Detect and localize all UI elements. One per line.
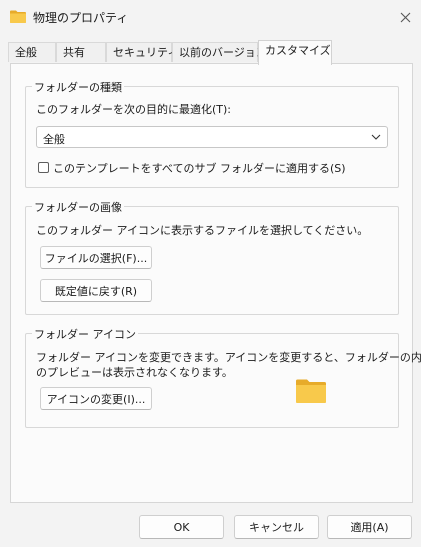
optimize-select-value: 全般	[43, 133, 65, 146]
restore-default-button[interactable]: 既定値に戻す(R)	[40, 279, 152, 302]
tab-sharing[interactable]: 共有	[56, 42, 106, 62]
apply-button[interactable]: 適用(A)	[327, 515, 412, 539]
apply-subfolders-checkbox[interactable]	[38, 162, 49, 173]
tab-customize[interactable]: カスタマイズ	[258, 40, 332, 65]
customize-panel: フォルダーの種類 このフォルダーを次の目的に最適化(T): 全般 このテンプレー…	[10, 63, 421, 503]
optimize-select[interactable]: 全般	[36, 126, 388, 148]
properties-dialog: 物理のプロパティ 全般 共有 セキュリティ 以前のバージョン カスタマイズ フォ…	[0, 0, 421, 547]
folder-icon	[10, 10, 26, 23]
apply-subfolders-label: このテンプレートをすべてのサブ フォルダーに適用する(S)	[53, 162, 346, 175]
folder-icon-description-line2: のプレビューは表示されなくなります。	[36, 366, 233, 379]
tab-security[interactable]: セキュリティ	[106, 42, 178, 62]
folder-type-group-label: フォルダーの種類	[32, 79, 124, 95]
tab-general[interactable]: 全般	[8, 42, 56, 62]
optimize-label: このフォルダーを次の目的に最適化(T):	[36, 103, 232, 116]
ok-button[interactable]: OK	[139, 515, 224, 539]
folder-icon-description-line1: フォルダー アイコンを変更できます。アイコンを変更すると、フォルダーの内容	[36, 351, 421, 364]
choose-file-button[interactable]: ファイルの選択(F)...	[40, 246, 152, 269]
cancel-button[interactable]: キャンセル	[234, 515, 319, 539]
tab-strip: 全般 共有 セキュリティ 以前のバージョン カスタマイズ	[8, 40, 414, 65]
change-icon-button[interactable]: アイコンの変更(I)...	[40, 387, 152, 410]
tab-previous-versions[interactable]: 以前のバージョン	[172, 42, 267, 62]
close-button[interactable]	[393, 6, 417, 28]
window-title: 物理のプロパティ	[33, 11, 129, 25]
folder-picture-description: このフォルダー アイコンに表示するファイルを選択してください。	[36, 224, 369, 237]
folder-picture-group: フォルダーの画像 このフォルダー アイコンに表示するファイルを選択してください。…	[25, 199, 399, 315]
chevron-down-icon	[371, 134, 381, 140]
folder-picture-group-label: フォルダーの画像	[32, 199, 124, 215]
close-icon	[400, 12, 410, 22]
title-bar: 物理のプロパティ	[0, 0, 421, 34]
folder-icon-group: フォルダー アイコン フォルダー アイコンを変更できます。アイコンを変更すると、…	[25, 326, 421, 428]
folder-icon-group-label: フォルダー アイコン	[32, 326, 138, 342]
folder-type-group: フォルダーの種類 このフォルダーを次の目的に最適化(T): 全般 このテンプレー…	[25, 79, 399, 188]
folder-preview-icon	[296, 379, 326, 403]
